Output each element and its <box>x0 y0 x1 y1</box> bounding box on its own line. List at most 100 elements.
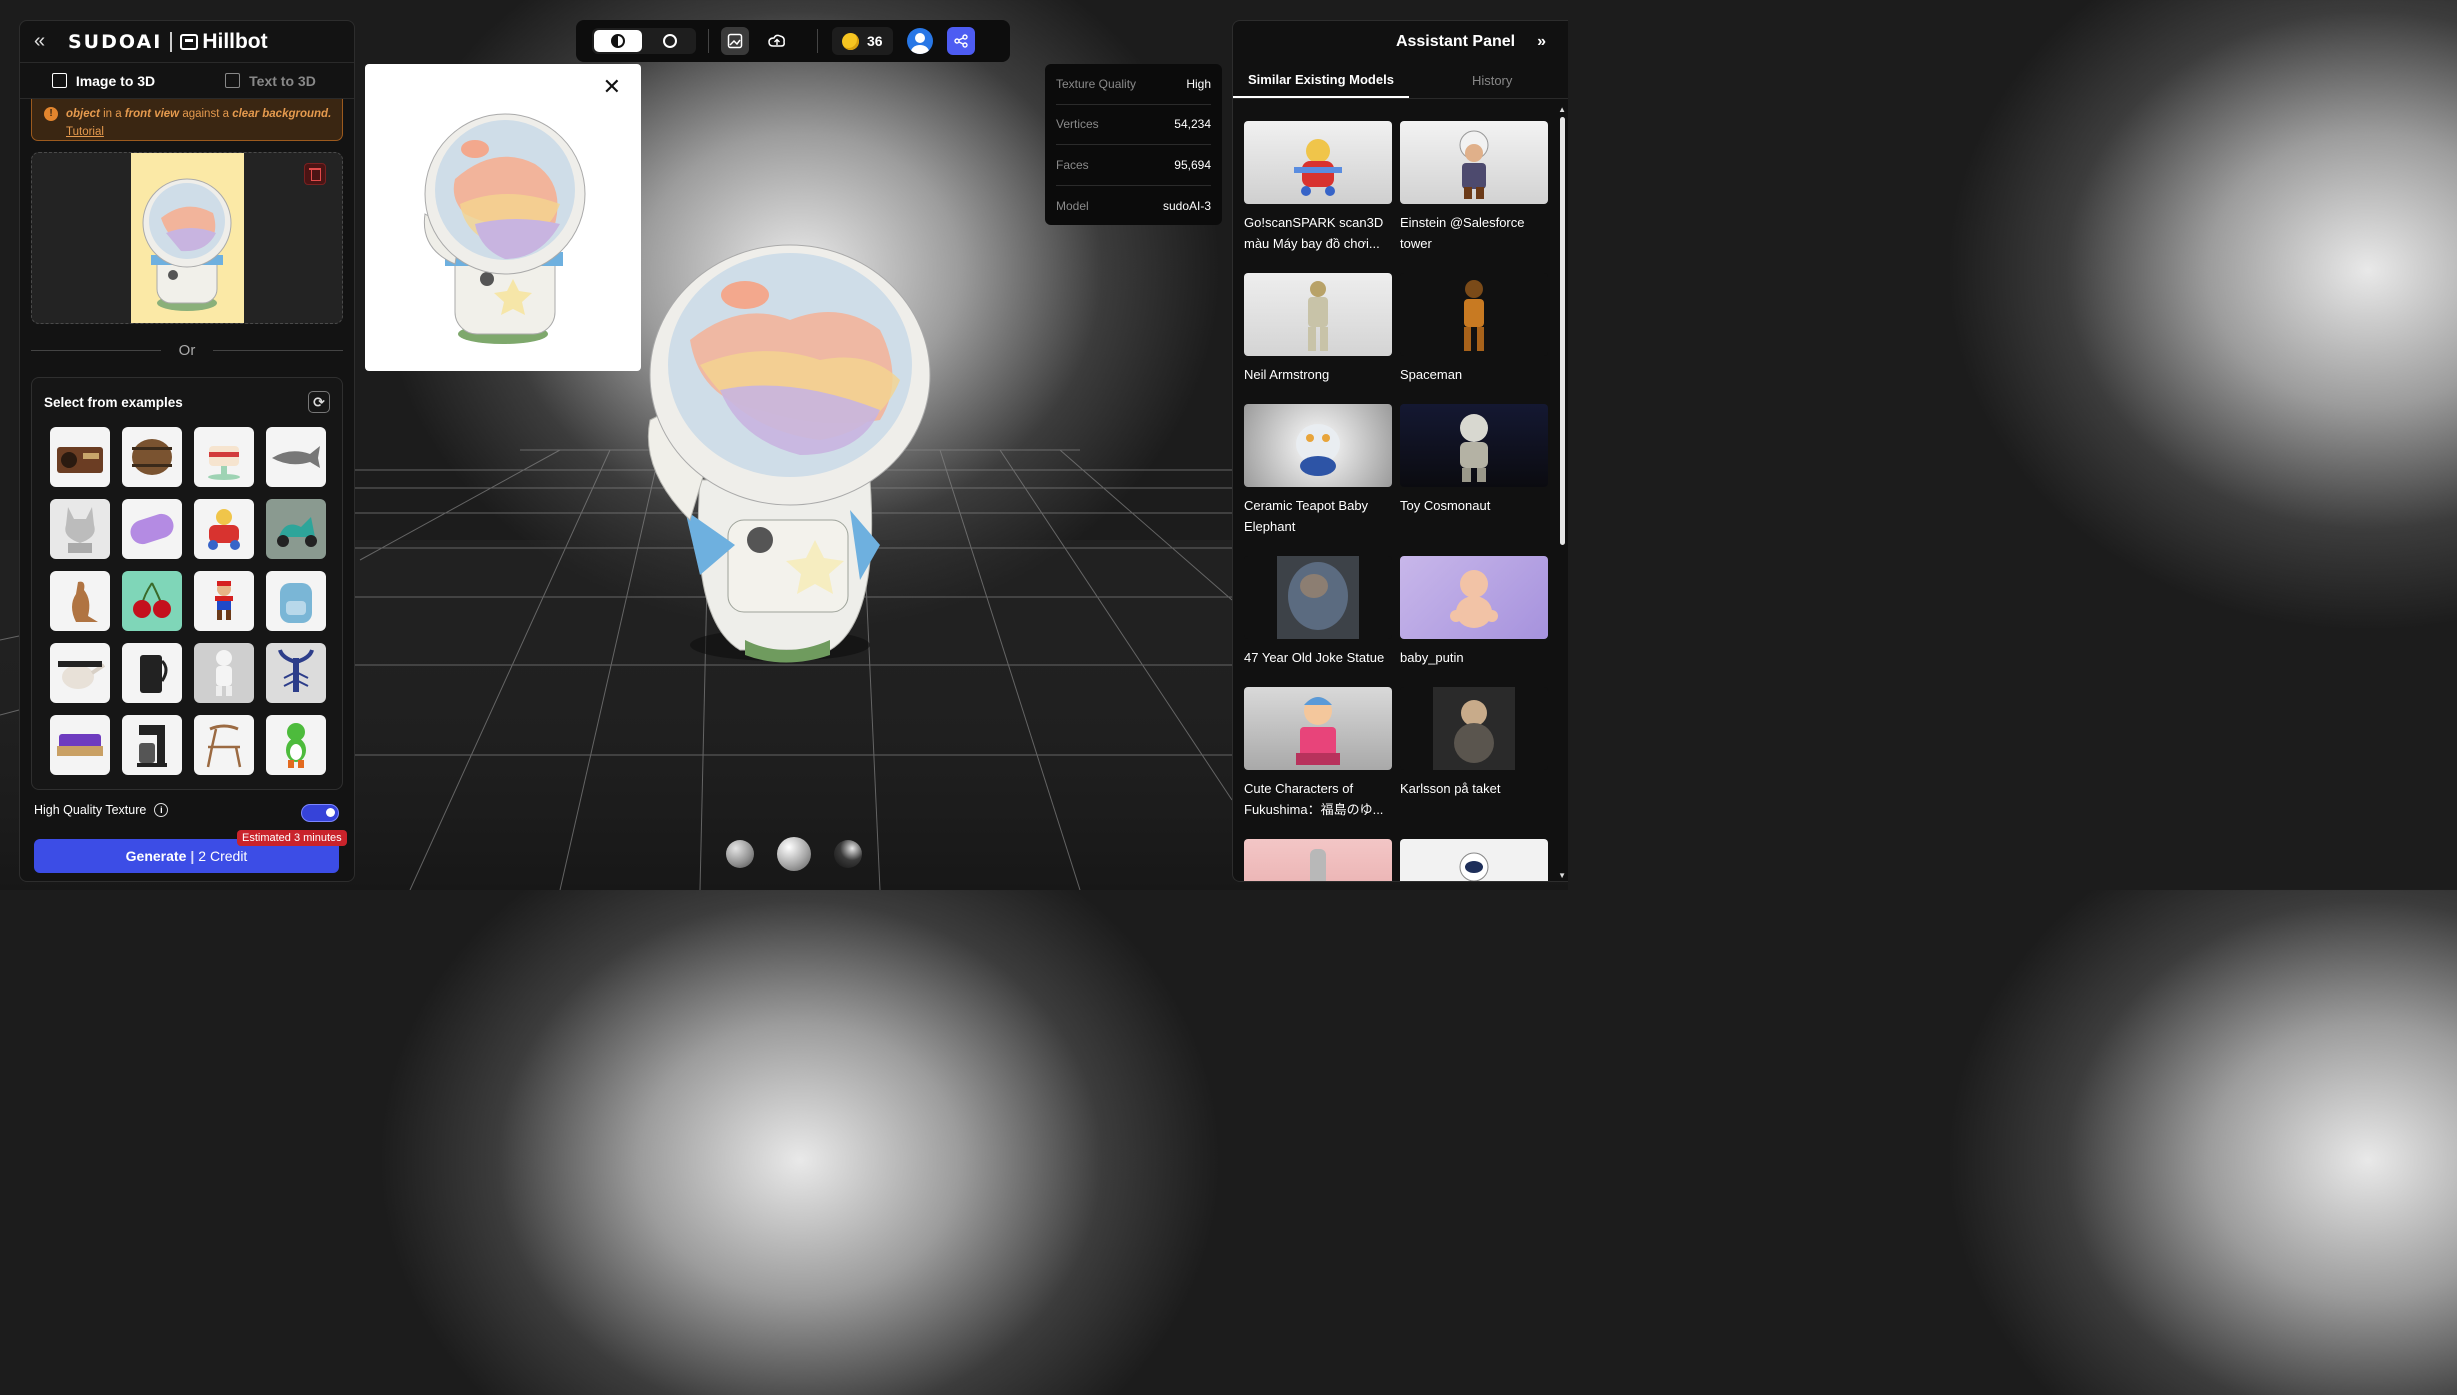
tab-text-to-3d[interactable]: Text to 3D <box>187 63 354 98</box>
stat-value: 54,234 <box>1174 117 1211 132</box>
stat-key: Model <box>1056 198 1089 213</box>
user-avatar[interactable] <box>906 28 933 54</box>
model-name: Einstein @Salesforce tower <box>1400 215 1525 251</box>
example-chair[interactable] <box>194 715 254 775</box>
tab-similar-models[interactable]: Similar Existing Models <box>1233 63 1409 98</box>
collapse-panel-icon[interactable]: « <box>34 30 64 53</box>
close-icon[interactable]: ✕ <box>603 76 621 98</box>
brand-separator <box>170 31 173 52</box>
generate-separator: | <box>190 848 195 864</box>
notice-text-2: in a <box>99 108 125 120</box>
scrollbar-thumb[interactable] <box>1560 117 1565 545</box>
model-card[interactable]: Einstein @Salesforce tower <box>1400 121 1548 273</box>
textured-view-button[interactable] <box>594 30 642 52</box>
stat-value: 95,694 <box>1174 157 1211 172</box>
example-coffee-maker[interactable] <box>122 715 182 775</box>
model-card[interactable]: Go!scanSPARK scan3D màu Máy bay đồ chơi.… <box>1244 121 1392 273</box>
credit-balance[interactable]: 36 <box>832 27 893 55</box>
model-name: Cute Characters of Fukushima：福島のゆ... <box>1244 781 1384 817</box>
model-card[interactable]: baby_putin <box>1400 556 1548 687</box>
model-card[interactable] <box>1400 839 1548 881</box>
brand-logo: SUDOAI Hillbot <box>68 30 268 54</box>
model-name: Go!scanSPARK scan3D màu Máy bay đồ chơi.… <box>1244 215 1384 251</box>
hq-texture-toggle[interactable] <box>301 804 339 822</box>
material-ball-metal[interactable] <box>834 840 862 868</box>
example-yoshi[interactable] <box>266 715 326 775</box>
document-icon <box>225 73 241 88</box>
untextured-view-button[interactable] <box>644 28 696 54</box>
example-kangaroo[interactable] <box>50 571 110 631</box>
example-radio[interactable] <box>50 427 110 487</box>
example-scooter[interactable] <box>266 499 326 559</box>
material-ball-glossy[interactable] <box>777 837 811 871</box>
example-cherries[interactable] <box>122 571 182 631</box>
example-teapot[interactable] <box>50 643 110 703</box>
model-name: Neil Armstrong <box>1244 367 1330 382</box>
scroll-up-icon[interactable]: ▲ <box>1558 105 1566 114</box>
cloud-icon <box>768 34 785 47</box>
model-card[interactable]: Toy Cosmonaut <box>1400 404 1548 556</box>
example-toy-plane[interactable] <box>194 499 254 559</box>
example-astronaut-figure[interactable] <box>194 643 254 703</box>
tutorial-link[interactable]: Tutorial <box>66 123 332 141</box>
model-card[interactable]: Cute Characters of Fukushima：福島のゆ... <box>1244 687 1392 839</box>
toolbar-divider <box>708 29 709 53</box>
examples-header: Select from examples ⟳ <box>44 391 330 413</box>
example-backpack[interactable] <box>266 571 326 631</box>
model-card[interactable]: 47 Year Old Joke Statue <box>1244 556 1392 687</box>
hq-texture-label: High Quality Texture <box>34 803 147 817</box>
example-shark[interactable] <box>266 427 326 487</box>
image-icon <box>727 33 743 49</box>
model-card[interactable]: Neil Armstrong <box>1244 273 1392 404</box>
tab-history[interactable]: History <box>1457 63 1527 98</box>
model-thumbnail <box>1400 556 1548 639</box>
example-pattern-tube[interactable] <box>122 499 182 559</box>
model-thumbnail <box>1244 687 1392 770</box>
left-panel-header: « SUDOAI Hillbot <box>20 21 354 63</box>
image-panel-button[interactable] <box>721 27 749 55</box>
model-thumbnail <box>1400 687 1548 770</box>
scroll-down-icon[interactable]: ▼ <box>1558 871 1566 880</box>
example-mario[interactable] <box>194 571 254 631</box>
example-barrel[interactable] <box>122 427 182 487</box>
hq-texture-row: High Quality Texture i <box>34 803 169 817</box>
estimate-badge: Estimated 3 minutes <box>237 830 347 846</box>
tab-image-to-3d[interactable]: Image to 3D <box>20 63 187 98</box>
assistant-panel: Assistant Panel » Similar Existing Model… <box>1232 20 1568 882</box>
tab-text-to-3d-label: Text to 3D <box>249 72 316 89</box>
collapse-right-panel-icon[interactable]: » <box>1537 33 1546 51</box>
sphere-outline-icon <box>663 34 677 48</box>
upload-dropzone[interactable] <box>31 152 343 324</box>
or-divider: Or <box>31 342 344 359</box>
input-image-preview: ✕ <box>365 64 641 371</box>
material-ball-matte[interactable] <box>726 840 754 868</box>
example-kettle[interactable] <box>122 643 182 703</box>
model-thumbnail <box>1244 839 1392 881</box>
image-icon <box>51 73 67 88</box>
model-card[interactable]: Karlsson på taket <box>1400 687 1548 839</box>
model-stats-panel: Texture Quality High Vertices 54,234 Faces… <box>1045 64 1222 225</box>
model-card[interactable]: Spaceman <box>1400 273 1548 404</box>
toolbar-divider-2 <box>817 29 818 53</box>
brand-hillbot-text: Hillbot <box>202 29 268 53</box>
credit-count: 36 <box>867 33 883 49</box>
info-icon[interactable]: i <box>154 803 169 817</box>
example-sofa[interactable] <box>50 715 110 775</box>
cloud-upload-button[interactable] <box>763 27 791 55</box>
example-cake[interactable] <box>194 427 254 487</box>
model-card[interactable]: Ceramic Teapot Baby Elephant <box>1244 404 1392 556</box>
model-card[interactable] <box>1244 839 1392 881</box>
share-button[interactable] <box>946 27 975 55</box>
notice-text-1: object <box>66 108 100 120</box>
refresh-examples-icon[interactable]: ⟳ <box>308 391 330 413</box>
stat-key: Vertices <box>1056 117 1099 132</box>
model-name: Ceramic Teapot Baby Elephant <box>1244 498 1369 534</box>
delete-image-icon[interactable] <box>304 163 326 185</box>
assistant-tabs: Similar Existing Models History <box>1233 63 1568 99</box>
model-name: Karlsson på taket <box>1400 781 1501 796</box>
model-thumbnail <box>1244 273 1392 356</box>
example-lobster[interactable] <box>266 643 326 703</box>
share-icon <box>953 34 968 48</box>
hillbot-logo-icon <box>180 33 199 50</box>
example-wolf-bust[interactable] <box>50 499 110 559</box>
